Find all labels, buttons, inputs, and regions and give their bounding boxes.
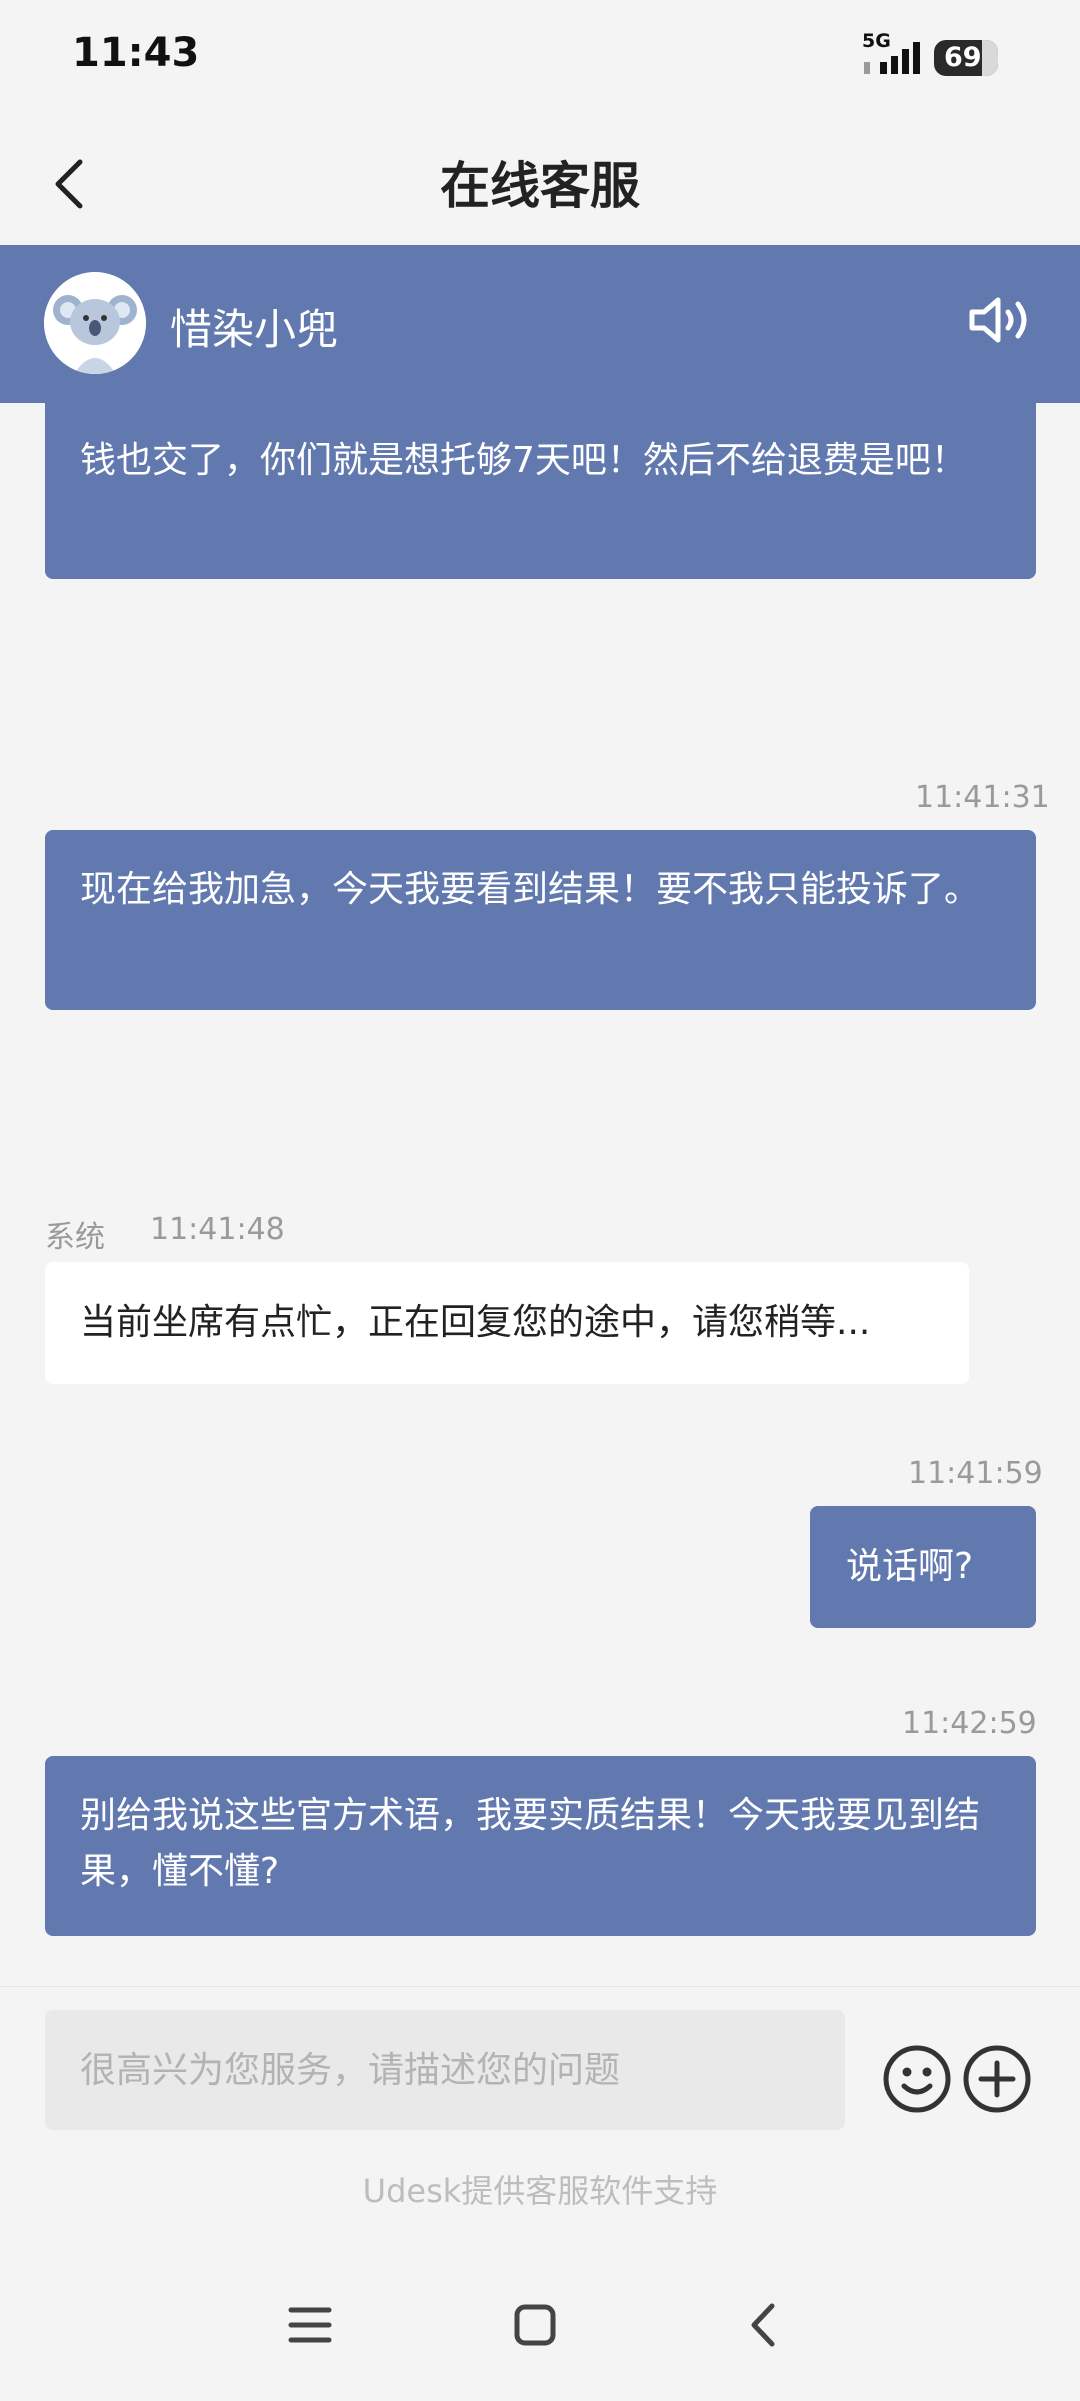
- signal-icon: [864, 42, 920, 74]
- message-timestamp: 11:41:31: [915, 780, 1050, 815]
- powered-by-label: Udesk提供客服软件支持: [362, 2172, 718, 2210]
- outgoing-message-bubble[interactable]: 说话啊?: [810, 1506, 1036, 1628]
- home-icon: [514, 2304, 556, 2346]
- battery-level: 69: [944, 42, 982, 73]
- koala-avatar-icon: [44, 272, 146, 374]
- outgoing-message-bubble[interactable]: 钱也交了，你们就是想托够7天吧！然后不给退费是吧！: [45, 403, 1036, 579]
- outgoing-message-bubble[interactable]: 现在给我加急，今天我要看到结果！要不我只能投诉了。: [45, 830, 1036, 1010]
- message-timestamp: 11:41:59: [908, 1456, 1043, 1491]
- message-input[interactable]: [45, 2010, 845, 2130]
- emoji-button[interactable]: [882, 2044, 952, 2114]
- status-time: 11:43: [72, 30, 200, 76]
- nav-back-button[interactable]: [740, 2300, 790, 2350]
- battery-icon: 69: [934, 40, 998, 76]
- menu-icon: [288, 2307, 332, 2343]
- message-sender: 系统: [45, 1220, 105, 1255]
- speaker-icon: [969, 297, 1027, 343]
- smiley-icon: [883, 2045, 951, 2113]
- incoming-message-bubble[interactable]: 当前坐席有点忙，正在回复您的途中，请您稍等...: [45, 1262, 969, 1384]
- outgoing-message-bubble[interactable]: 别给我说这些官方术语，我要实质结果！今天我要见到结果，懂不懂?: [45, 1756, 1036, 1936]
- agent-name: 惜染小兜: [170, 305, 339, 354]
- message-timestamp: 11:42:59: [902, 1706, 1037, 1741]
- speaker-button[interactable]: [966, 290, 1036, 350]
- message-timestamp: 11:41:48: [150, 1212, 285, 1247]
- nav-home-button[interactable]: [510, 2300, 560, 2350]
- back-icon: [751, 2303, 775, 2347]
- plus-circle-icon: [963, 2045, 1031, 2113]
- page-title: 在线客服: [440, 157, 640, 215]
- nav-menu-button[interactable]: [285, 2300, 335, 2350]
- add-button[interactable]: [962, 2044, 1032, 2114]
- agent-header: [0, 245, 1080, 403]
- agent-avatar[interactable]: [44, 272, 146, 374]
